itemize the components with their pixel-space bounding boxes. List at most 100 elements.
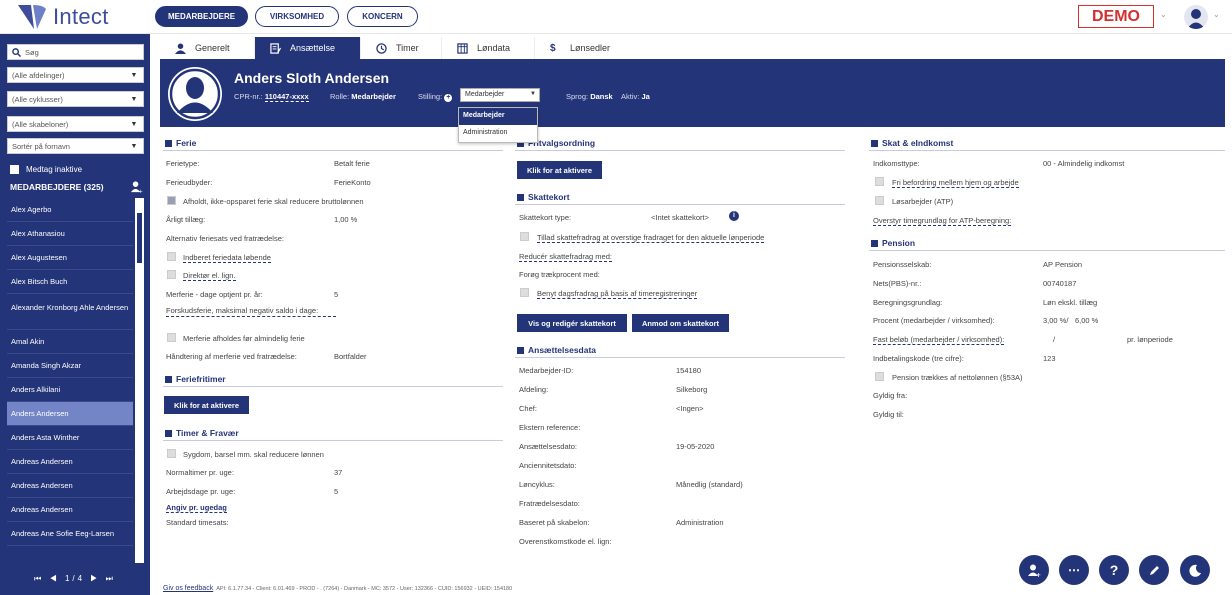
employee-list-item[interactable]: Alex Augustesen — [7, 246, 133, 270]
daily-deduction-checkbox[interactable] — [520, 288, 529, 297]
department-select[interactable]: (Alle afdelinger) ▼ — [7, 67, 144, 83]
more-button[interactable]: ⋯ — [1059, 555, 1089, 585]
dark-mode-button[interactable] — [1180, 555, 1210, 585]
employee-list-item[interactable]: Alex Agerbo — [7, 198, 133, 222]
help-button[interactable]: ? — [1099, 555, 1129, 585]
tab-timer[interactable]: Timer — [361, 37, 442, 59]
net-pension-checkbox[interactable] — [875, 372, 884, 381]
normal-hours-value[interactable]: 37 — [334, 468, 342, 477]
employee-avatar[interactable] — [168, 67, 222, 121]
employment-field-value[interactable]: Månedlig (standard) — [676, 480, 743, 489]
user-chevron-icon[interactable]: ⌄ — [1213, 10, 1220, 19]
employee-list-item[interactable]: Andreas Andersen — [7, 474, 133, 498]
role-label: Rolle: — [330, 92, 350, 101]
employee-list-item[interactable]: Amanda Singh Akzar — [7, 354, 133, 378]
sort-value: Sortér på fornavn — [12, 141, 70, 151]
transport-checkbox[interactable] — [875, 177, 884, 186]
employee-list-item[interactable]: Alex Athanasiou — [7, 222, 133, 246]
employee-list-item[interactable]: Anders Andersen — [7, 402, 133, 426]
extra-first-checkbox[interactable] — [167, 333, 176, 342]
employee-list-item[interactable]: Andreas Andersen — [7, 450, 133, 474]
employment-field-value[interactable]: 19-05-2020 — [676, 442, 714, 451]
annual-value[interactable]: 1,00 % — [334, 215, 357, 224]
cpr-value[interactable]: 110447-xxxx — [264, 92, 309, 102]
pager-last-icon[interactable]: ⏭ — [106, 574, 116, 583]
ferie-type-value[interactable]: Betalt ferie — [334, 159, 370, 168]
sort-select[interactable]: Sortér på fornavn ▼ — [7, 138, 144, 154]
employment-field-value[interactable]: 154180 — [676, 366, 701, 375]
employee-list-item[interactable]: Alex Bitsch Buch — [7, 270, 133, 294]
nav-employees[interactable]: MEDARBEJDERE — [155, 6, 248, 27]
employee-list-item[interactable]: Anders Asta Winther — [7, 426, 133, 450]
skattekort-type-value[interactable]: <Intet skattekort> — [651, 213, 709, 222]
section-square-icon — [165, 375, 172, 383]
employment-field-value[interactable]: <Ingen> — [676, 404, 704, 413]
pager-prev-icon[interactable]: ◀ — [50, 574, 60, 583]
search-input[interactable]: Søg — [7, 44, 144, 60]
pct-employee-value[interactable]: 3,00 %/ — [1043, 316, 1068, 325]
add-circle-icon[interactable]: + — [444, 94, 453, 102]
code-value[interactable]: 123 — [1043, 354, 1056, 363]
tab-loensedler[interactable]: $ Lønsedler — [535, 37, 630, 59]
edit-button[interactable] — [1139, 555, 1169, 585]
employee-list-item[interactable]: Andreas Ane Sofie Eeg-Larsen — [7, 522, 133, 546]
nav-group[interactable]: KONCERN — [347, 6, 418, 27]
employee-list-item[interactable]: Anders Alkilani — [7, 378, 133, 402]
allow-tax-checkbox[interactable] — [520, 232, 529, 241]
template-select[interactable]: (Alle skabeloner) ▼ — [7, 116, 144, 132]
atp-checkbox[interactable] — [875, 196, 884, 205]
reduce-ferie-checkbox[interactable] — [167, 196, 176, 205]
employee-list-scrollbar[interactable] — [135, 198, 144, 563]
info-icon[interactable]: i — [729, 211, 739, 221]
section-square-icon — [165, 139, 172, 147]
nets-value[interactable]: 00740187 — [1043, 279, 1076, 288]
checkbox-box[interactable] — [10, 165, 19, 174]
extra-days-value[interactable]: 5 — [334, 290, 338, 299]
handling-value[interactable]: Bortfalder — [334, 352, 367, 361]
feedback-link[interactable]: Giv os feedback — [163, 585, 213, 592]
position-option-medarbejder[interactable]: Medarbejder — [459, 108, 537, 125]
basis-value[interactable]: Løn ekskl. tillæg — [1043, 298, 1097, 307]
nav-company[interactable]: VIRKSOMHED — [255, 6, 339, 27]
tab-bar: Generelt Ansættelse Timer Løndata $ Løns… — [160, 37, 1225, 59]
scrollbar-thumb[interactable] — [137, 213, 142, 263]
user-avatar[interactable] — [1184, 5, 1208, 29]
position-option-administration[interactable]: Administration — [459, 125, 537, 142]
position-select[interactable]: Medarbejder ▼ — [460, 88, 540, 102]
tab-label: Generelt — [195, 43, 230, 53]
demo-chevron-icon[interactable]: ⌄ — [1160, 10, 1167, 19]
sick-checkbox[interactable] — [167, 449, 176, 458]
tab-ansaettelse[interactable]: Ansættelse — [255, 37, 361, 59]
ferie-provider-value[interactable]: FerieKonto — [334, 178, 371, 187]
employee-list-item[interactable]: Amal Akin — [7, 330, 133, 354]
work-days-value[interactable]: 5 — [334, 487, 338, 496]
director-label: Direktør el. lign. — [183, 271, 236, 281]
employment-field-value[interactable]: Administration — [676, 518, 724, 527]
pct-label: Procent (medarbejder / virksomhed): — [873, 316, 995, 325]
director-checkbox[interactable] — [167, 270, 176, 279]
app-logo[interactable]: Intect — [17, 3, 109, 31]
weekday-link[interactable]: Angiv pr. ugedag — [166, 503, 227, 513]
pct-company-value[interactable]: 6,00 % — [1075, 316, 1098, 325]
tab-label: Lønsedler — [570, 43, 611, 53]
employee-list-item[interactable]: Andreas Andersen — [7, 498, 133, 522]
code-label: Indbetalingskode (tre cifre): — [873, 354, 964, 363]
add-user-button[interactable]: + — [1019, 555, 1049, 585]
add-employee-icon[interactable]: + — [130, 180, 143, 193]
income-type-value[interactable]: 00 - Almindelig indkomst — [1043, 159, 1124, 168]
request-taxcard-button[interactable]: Anmod om skattekort — [632, 314, 729, 332]
pager-first-icon[interactable]: ⏮ — [34, 574, 44, 583]
cycle-select[interactable]: (Alle cyklusser) ▼ — [7, 91, 144, 107]
employee-list-item[interactable]: Alexander Kronborg Ahle Andersen — [7, 294, 133, 330]
demo-badge[interactable]: DEMO — [1078, 5, 1154, 28]
view-taxcard-button[interactable]: Vis og redigér skattekort — [517, 314, 627, 332]
feriefri-activate-button[interactable]: Klik for at aktivere — [164, 396, 249, 414]
pension-company-value[interactable]: AP Pension — [1043, 260, 1082, 269]
tab-generelt[interactable]: Generelt — [160, 37, 255, 59]
tab-loendata[interactable]: Løndata — [442, 37, 535, 59]
fritvalg-activate-button[interactable]: Klik for at aktivere — [517, 161, 602, 179]
include-inactive-checkbox[interactable]: Medtag inaktive — [10, 165, 82, 174]
pager-next-icon[interactable]: ▶ — [90, 574, 100, 583]
ongoing-checkbox[interactable] — [167, 252, 176, 261]
employment-field-value[interactable]: Silkeborg — [676, 385, 707, 394]
